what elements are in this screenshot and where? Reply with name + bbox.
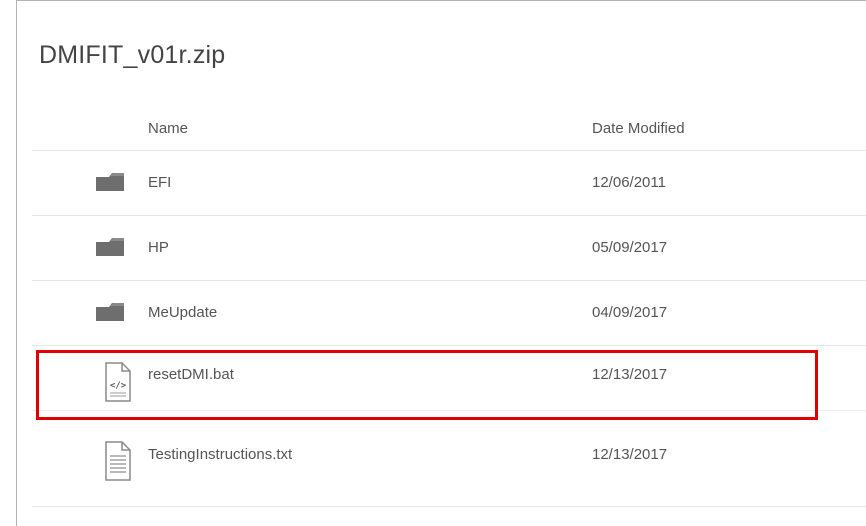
row-divider [32,506,866,507]
file-date: 12/13/2017 [592,366,668,383]
folder-icon [96,171,124,196]
text-file-icon [105,441,131,486]
file-row-resetdmi-bat[interactable]: </> resetDMI.bat 12/13/2017 [32,346,866,410]
file-date: 12/06/2011 [592,174,666,191]
file-row-hp[interactable]: HP 05/09/2017 [32,216,866,280]
file-row-meupdate[interactable]: MeUpdate 04/09/2017 [32,281,866,345]
zip-explorer-page: DMIFIT_v01r.zip Name Date Modified EFI 1… [0,0,866,526]
folder-icon [96,301,124,326]
zip-content-panel: DMIFIT_v01r.zip Name Date Modified EFI 1… [16,0,866,526]
column-header-name[interactable]: Name [148,120,188,137]
file-name[interactable]: TestingInstructions.txt [148,446,292,463]
file-name[interactable]: resetDMI.bat [148,366,234,383]
row-divider [32,410,866,411]
file-name[interactable]: EFI [148,174,171,191]
file-date: 12/13/2017 [592,446,668,463]
file-row-testinginstructions-txt[interactable]: TestingInstructions.txt 12/13/2017 [32,431,866,495]
folder-icon [96,236,124,261]
svg-text:</>: </> [110,381,127,391]
column-header-date-modified[interactable]: Date Modified [592,120,685,137]
file-row-efi[interactable]: EFI 12/06/2011 [32,151,866,215]
archive-title: DMIFIT_v01r.zip [39,41,226,69]
file-name[interactable]: MeUpdate [148,304,217,321]
file-name[interactable]: HP [148,239,169,256]
file-date: 05/09/2017 [592,239,668,256]
file-date: 04/09/2017 [592,304,668,321]
script-file-icon: </> [105,362,131,407]
